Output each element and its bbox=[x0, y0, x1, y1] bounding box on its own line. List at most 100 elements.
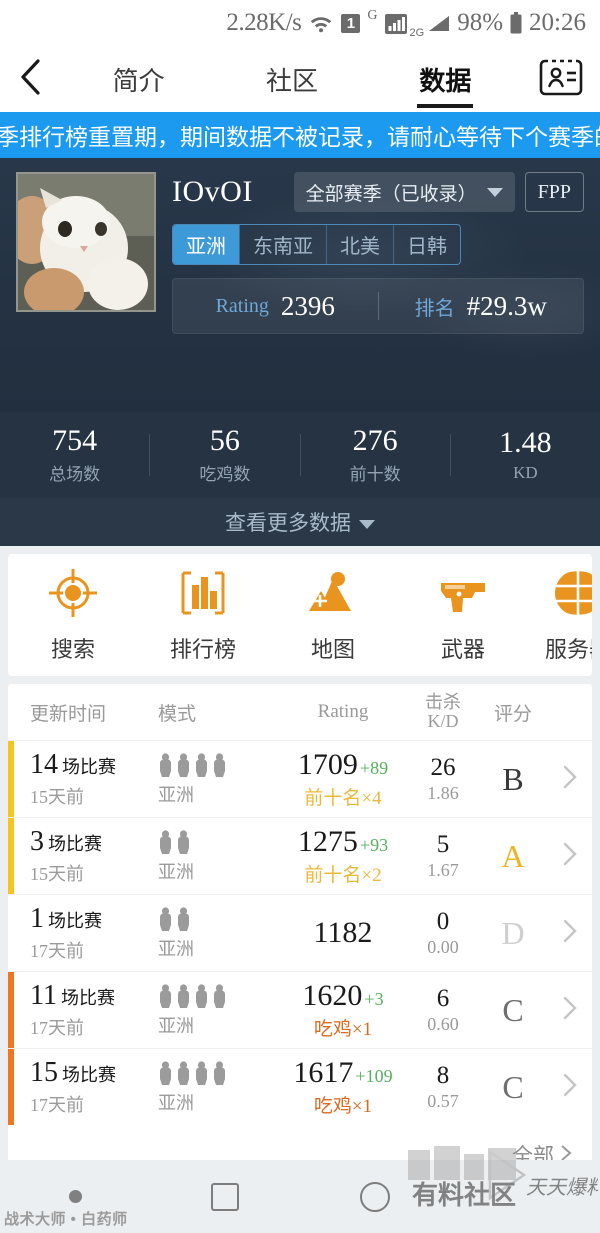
quicknav-weapons[interactable]: 武器 bbox=[398, 567, 528, 664]
match-detail-arrow[interactable] bbox=[548, 918, 592, 949]
table-row[interactable]: 1 场比赛 17天前 亚洲 1182 0 0.00 D bbox=[8, 894, 592, 971]
player-figure-icon bbox=[196, 1061, 207, 1085]
match-kd-ratio: 0.60 bbox=[427, 1014, 459, 1034]
season-notice-banner[interactable]: 季排行榜重置期，期间数据不被记录，请耐心等待下个赛季的 bbox=[0, 112, 600, 158]
match-kd-ratio: 0.57 bbox=[427, 1091, 459, 1111]
player-figure-icon bbox=[160, 1061, 171, 1085]
circle-icon bbox=[360, 1181, 390, 1212]
match-rating-cell: 1617 +109 吃鸡×1 bbox=[278, 1056, 408, 1118]
quicknav-map[interactable]: 地图 bbox=[268, 567, 398, 664]
match-count-unit: 场比赛 bbox=[62, 1065, 116, 1085]
match-time-cell: 14 场比赛 15天前 bbox=[8, 749, 158, 809]
pistol-icon bbox=[437, 582, 489, 623]
mode-player-figures bbox=[158, 751, 278, 777]
stat-top10-value: 276 bbox=[352, 423, 398, 457]
match-rating-delta: +89 bbox=[359, 758, 389, 778]
match-count-number: 3 bbox=[30, 826, 44, 857]
match-rating-cell: 1709 +89 前十名×4 bbox=[278, 748, 408, 810]
match-count: 15 场比赛 bbox=[30, 1057, 158, 1089]
profile-card-button[interactable] bbox=[522, 57, 600, 102]
match-rating-delta: +3 bbox=[364, 989, 384, 1009]
dot-icon bbox=[68, 1190, 82, 1203]
quicknav-search[interactable]: 搜索 bbox=[8, 567, 138, 664]
quicknav-search-label: 搜索 bbox=[50, 636, 95, 662]
region-sea[interactable]: 东南亚 bbox=[240, 225, 327, 264]
globe-icon bbox=[546, 568, 592, 623]
avatar[interactable] bbox=[16, 172, 156, 312]
table-row[interactable]: 15 场比赛 17天前 亚洲 1617 +109 吃鸡×1 8 0.57 C bbox=[8, 1048, 592, 1125]
stat-top10: 276 前十数 bbox=[301, 425, 450, 486]
quicknav-map-label: 地图 bbox=[310, 636, 355, 662]
player-username: IOvOI bbox=[172, 175, 253, 208]
match-mode-cell: 亚洲 bbox=[158, 905, 278, 961]
match-kills: 26 bbox=[430, 754, 456, 781]
back-button[interactable] bbox=[0, 57, 62, 102]
battery-percent: 98% bbox=[457, 9, 504, 36]
region-asia[interactable]: 亚洲 bbox=[173, 225, 240, 264]
match-time-cell: 1 场比赛 17天前 bbox=[8, 903, 158, 963]
match-kd-cell: 6 0.60 bbox=[408, 985, 478, 1035]
match-count-number: 14 bbox=[30, 749, 58, 780]
view-more-data-button[interactable]: 查看更多数据 bbox=[0, 498, 600, 546]
player-figure-icon bbox=[196, 753, 207, 777]
season-notice-text: 季排行榜重置期，期间数据不被记录，请耐心等待下个赛季的 bbox=[0, 125, 600, 150]
match-kd-ratio: 1.67 bbox=[427, 860, 459, 880]
tab-community[interactable]: 社区 bbox=[215, 46, 368, 112]
match-count: 1 场比赛 bbox=[30, 903, 158, 935]
match-kd-cell: 0 0.00 bbox=[408, 908, 478, 958]
table-row[interactable]: 11 场比赛 17天前 亚洲 1620 +3 吃鸡×1 6 0.60 C bbox=[8, 971, 592, 1048]
rating-value: 2396 bbox=[280, 290, 335, 321]
watermark-right-slogan: 天天爆料! bbox=[526, 1177, 598, 1199]
watermark-right: 有料社区 天天爆料! bbox=[398, 1142, 600, 1217]
match-count: 3 场比赛 bbox=[30, 826, 158, 858]
stat-kd: 1.48 KD bbox=[451, 427, 600, 483]
match-grade: B bbox=[502, 760, 524, 797]
stat-total-matches-value: 754 bbox=[52, 423, 98, 457]
match-rating-value: 1275 bbox=[297, 825, 358, 858]
match-detail-arrow[interactable] bbox=[548, 764, 592, 795]
column-header-score: 评分 bbox=[493, 703, 532, 725]
tab-intro[interactable]: 简介 bbox=[62, 46, 215, 112]
player-figure-icon bbox=[178, 984, 189, 1008]
chevron-down-icon bbox=[486, 181, 503, 203]
watermark-right-name: 有料社区 bbox=[412, 1180, 516, 1210]
match-detail-arrow[interactable] bbox=[548, 841, 592, 872]
match-time-cell: 3 场比赛 15天前 bbox=[8, 826, 158, 886]
match-grade: C bbox=[502, 991, 524, 1028]
recent-matches-card: 更新时间 模式 Rating 击杀 K/D 评分 14 场比赛 15天前 亚洲 170… bbox=[8, 684, 592, 1185]
match-detail-arrow[interactable] bbox=[548, 1072, 592, 1103]
match-count-unit: 场比赛 bbox=[62, 757, 116, 777]
quicknav-leaderboard[interactable]: 排行榜 bbox=[138, 567, 268, 664]
quicknav-servers[interactable]: 服务器 bbox=[528, 567, 592, 664]
chevron-right-icon bbox=[563, 919, 577, 942]
tab-data[interactable]: 数据 bbox=[369, 46, 522, 112]
table-row[interactable]: 3 场比赛 15天前 亚洲 1275 +93 前十名×2 5 1.67 A bbox=[8, 817, 592, 894]
stat-wins: 56 吃鸡数 bbox=[150, 425, 299, 486]
match-rating-cell: 1275 +93 前十名×2 bbox=[278, 825, 408, 887]
match-detail-arrow[interactable] bbox=[548, 995, 592, 1026]
region-jpkr[interactable]: 日韩 bbox=[394, 225, 460, 264]
quicknav-weapons-label: 武器 bbox=[440, 636, 485, 662]
player-figure-icon bbox=[178, 907, 189, 931]
match-time-ago: 15天前 bbox=[30, 864, 84, 884]
match-region: 亚洲 bbox=[158, 939, 194, 959]
player-figure-icon bbox=[160, 907, 171, 931]
season-selector[interactable]: 全部赛季（已收录） bbox=[293, 172, 515, 212]
match-rating-delta: +109 bbox=[355, 1066, 393, 1086]
match-grade: C bbox=[502, 1068, 524, 1105]
signal-bars-icon-2 bbox=[428, 13, 450, 33]
android-back-button[interactable] bbox=[0, 1190, 150, 1203]
tab-intro-label: 简介 bbox=[112, 66, 165, 96]
android-home-button[interactable] bbox=[150, 1182, 300, 1211]
match-rating-cell: 1182 bbox=[278, 916, 408, 950]
region-na[interactable]: 北美 bbox=[327, 225, 394, 264]
table-row[interactable]: 14 场比赛 15天前 亚洲 1709 +89 前十名×4 26 1.86 B bbox=[8, 740, 592, 817]
match-count-unit: 场比赛 bbox=[60, 988, 115, 1008]
match-achievement-tag: 吃鸡×1 bbox=[313, 1096, 373, 1117]
match-time-ago: 17天前 bbox=[30, 1095, 84, 1115]
view-more-data-label: 查看更多数据 bbox=[225, 511, 351, 535]
match-kd-cell: 26 1.86 bbox=[408, 754, 478, 804]
match-kills: 8 bbox=[436, 1062, 450, 1089]
match-region: 亚洲 bbox=[158, 785, 194, 805]
perspective-toggle-button[interactable]: FPP bbox=[524, 172, 584, 212]
